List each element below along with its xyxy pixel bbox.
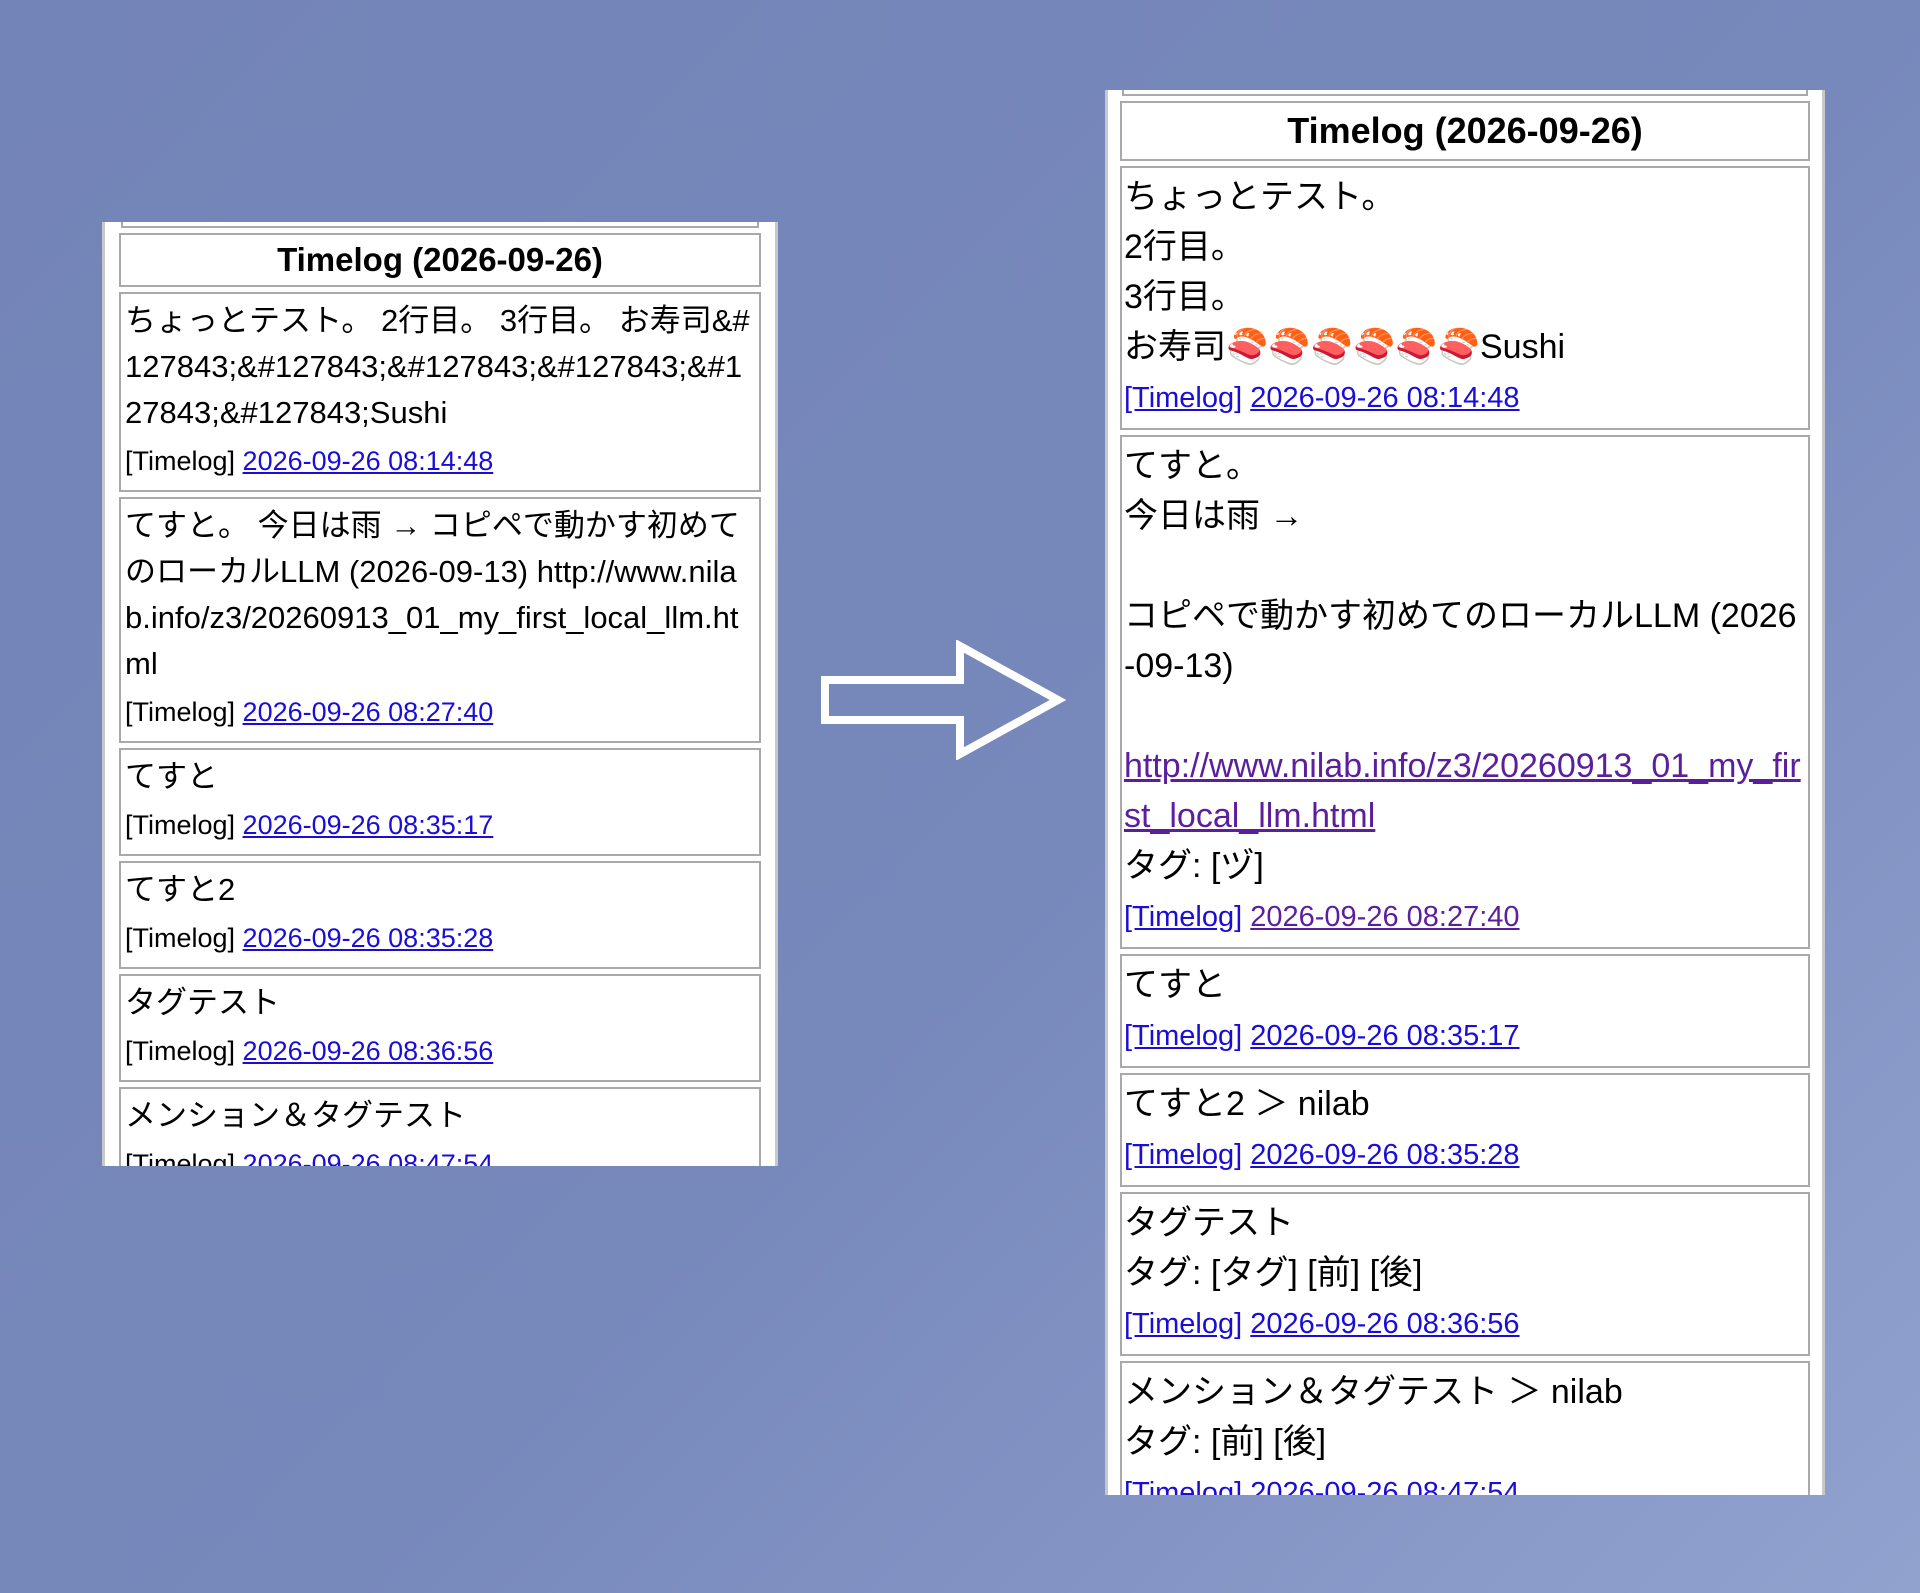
entry-source: [Timelog]: [125, 446, 236, 476]
entry-meta: [Timelog] 2026-09-26 08:35:17: [1124, 1010, 1806, 1062]
entry-meta: [Timelog] 2026-09-26 08:47:54: [125, 1139, 755, 1166]
entry-meta: [Timelog] 2026-09-26 08:35:28: [1124, 1129, 1806, 1181]
entry-meta: [Timelog] 2026-09-26 08:14:48: [1124, 372, 1806, 424]
entry-line: メンション＆タグテスト ＞ nilab: [1124, 1373, 1623, 1411]
entry-line: てすと。: [1124, 447, 1260, 485]
entry-source: [Timelog]: [125, 1036, 236, 1066]
entry-tags: タグ: [タグ] [前] [後]: [1124, 1254, 1423, 1292]
previous-entry-edge: [1122, 90, 1808, 96]
previous-entry-edge: [121, 222, 759, 228]
entry-text: てすと。 今日は雨 → コピペで動かす初めてのローカルLLM (2026-09-…: [125, 508, 740, 681]
timelog-entry: メンション＆タグテスト [Timelog] 2026-09-26 08:47:5…: [119, 1087, 761, 1166]
entry-timestamp-link[interactable]: 2026-09-26 08:14:48: [243, 446, 494, 476]
entry-text: タグテスト: [125, 985, 280, 1020]
entry-source: [Timelog]: [125, 810, 236, 840]
entry-text: てすと: [125, 759, 218, 794]
before-screenshot-panel: Timelog (2026-09-26) ちょっとテスト。 2行目。 3行目。 …: [102, 222, 778, 1166]
entry-line: てすと: [1124, 966, 1226, 1004]
entry-source: [Timelog]: [125, 923, 236, 953]
timelog-source-link[interactable]: [Timelog]: [1124, 382, 1242, 414]
timelog-entry: ちょっとテスト。 2行目。 3行目。 お寿司&#127843;&#127843;…: [119, 292, 761, 492]
entry-timestamp-link[interactable]: 2026-09-26 08:35:17: [243, 810, 494, 840]
entry-line: 2行目。: [1124, 228, 1245, 266]
timelog-source-link[interactable]: [Timelog]: [1124, 1477, 1242, 1495]
timelog-source-link[interactable]: [Timelog]: [1124, 1139, 1242, 1171]
entry-text: ちょっとテスト。 2行目。 3行目。 お寿司&#127843;&#127843;…: [125, 303, 750, 430]
timelog-entry: メンション＆タグテスト ＞ nilab タグ: [前] [後] [Timelog…: [1120, 1361, 1810, 1495]
entry-meta: [Timelog] 2026-09-26 08:27:40: [125, 687, 755, 737]
entry-text: てすと2: [125, 872, 236, 907]
entry-url-link[interactable]: http://www.nilab.info/z3/20260913_01_my_…: [1124, 741, 1806, 841]
entry-text: メンション＆タグテスト: [125, 1098, 466, 1133]
timelog-source-link[interactable]: [Timelog]: [1124, 1020, 1242, 1052]
entry-timestamp-link[interactable]: 2026-09-26 08:36:56: [243, 1036, 494, 1066]
entry-meta: [Timelog] 2026-09-26 08:27:40: [1124, 891, 1806, 943]
entry-timestamp-link[interactable]: 2026-09-26 08:14:48: [1250, 382, 1519, 414]
entry-timestamp-link[interactable]: 2026-09-26 08:35:17: [1250, 1020, 1519, 1052]
entry-line: てすと2 ＞ nilab: [1124, 1085, 1370, 1123]
entry-line: ちょっとテスト。: [1124, 178, 1396, 216]
entry-meta: [Timelog] 2026-09-26 08:35:17: [125, 800, 755, 850]
timelog-entry: てすと。 今日は雨 → コピペで動かす初めてのローカルLLM (2026-09-…: [119, 497, 761, 743]
entry-meta: [Timelog] 2026-09-26 08:35:28: [125, 913, 755, 963]
entry-line: 3行目。: [1124, 278, 1245, 316]
timelog-entry: てすと [Timelog] 2026-09-26 08:35:17: [119, 748, 761, 856]
entry-timestamp-link[interactable]: 2026-09-26 08:27:40: [1250, 901, 1519, 933]
timelog-entry: てすと2 ＞ nilab [Timelog] 2026-09-26 08:35:…: [1120, 1073, 1810, 1187]
entry-meta: [Timelog] 2026-09-26 08:47:54: [1124, 1467, 1806, 1495]
line-break: [1124, 541, 1806, 591]
entry-line: お寿司🍣🍣🍣🍣🍣🍣Sushi: [1124, 328, 1566, 366]
entry-line: 今日は雨 →: [1124, 497, 1304, 535]
timelog-entry: ちょっとテスト。 2行目。 3行目。 お寿司🍣🍣🍣🍣🍣🍣Sushi [Timel…: [1120, 166, 1810, 430]
after-screenshot-panel: Timelog (2026-09-26) ちょっとテスト。 2行目。 3行目。 …: [1105, 90, 1825, 1495]
entry-timestamp-link[interactable]: 2026-09-26 08:47:54: [243, 1149, 494, 1166]
timelog-title: Timelog (2026-09-26): [119, 233, 761, 287]
timelog-entry: タグテスト [Timelog] 2026-09-26 08:36:56: [119, 974, 761, 1082]
timelog-entry: タグテスト タグ: [タグ] [前] [後] [Timelog] 2026-09…: [1120, 1192, 1810, 1356]
entry-meta: [Timelog] 2026-09-26 08:14:48: [125, 436, 755, 486]
right-arrow-icon: [821, 640, 1067, 760]
entry-tags: タグ: [前] [後]: [1124, 1423, 1327, 1461]
entry-source: [Timelog]: [125, 697, 236, 727]
timelog-title: Timelog (2026-09-26): [1120, 101, 1810, 161]
timelog-entry: てすと2 [Timelog] 2026-09-26 08:35:28: [119, 861, 761, 969]
line-break: [1124, 691, 1806, 741]
entry-timestamp-link[interactable]: 2026-09-26 08:35:28: [1250, 1139, 1519, 1171]
timelog-source-link[interactable]: [Timelog]: [1124, 1308, 1242, 1340]
entry-meta: [Timelog] 2026-09-26 08:36:56: [1124, 1298, 1806, 1350]
entry-timestamp-link[interactable]: 2026-09-26 08:27:40: [243, 697, 494, 727]
entry-line: タグテスト: [1124, 1204, 1294, 1242]
entry-timestamp-link[interactable]: 2026-09-26 08:47:54: [1250, 1477, 1519, 1495]
timelog-entry: てすと [Timelog] 2026-09-26 08:35:17: [1120, 954, 1810, 1068]
entry-line: コピペで動かす初めてのローカルLLM (2026-09-13): [1124, 597, 1797, 685]
timelog-entry: てすと。 今日は雨 → コピペで動かす初めてのローカルLLM (2026-09-…: [1120, 435, 1810, 949]
entry-meta: [Timelog] 2026-09-26 08:36:56: [125, 1026, 755, 1076]
entry-source: [Timelog]: [125, 1149, 236, 1166]
entry-timestamp-link[interactable]: 2026-09-26 08:36:56: [1250, 1308, 1519, 1340]
entry-tags: タグ: [ヅ]: [1124, 847, 1264, 885]
timelog-source-link[interactable]: [Timelog]: [1124, 901, 1242, 933]
entry-timestamp-link[interactable]: 2026-09-26 08:35:28: [243, 923, 494, 953]
